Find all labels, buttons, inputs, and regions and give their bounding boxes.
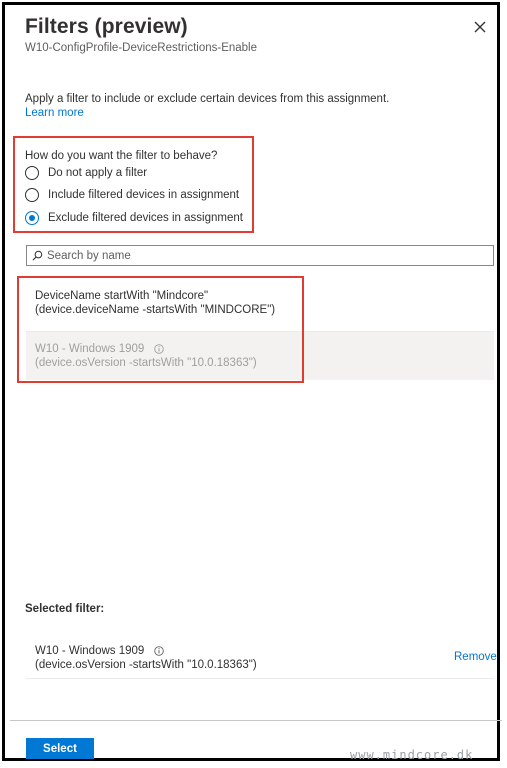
radio-button[interactable]: [25, 166, 39, 180]
remove-link[interactable]: Remove: [454, 651, 497, 663]
filter-rule: (device.osVersion -startsWith "10.0.1836…: [35, 357, 257, 369]
filter-rule: (device.deviceName -startsWith "MINDCORE…: [35, 304, 276, 316]
radio-exclude[interactable]: Exclude filtered devices in assignment: [25, 209, 243, 227]
behavior-question: How do you want the filter to behave?: [25, 150, 218, 162]
learn-more-link[interactable]: Learn more: [25, 107, 84, 119]
radio-include[interactable]: Include filtered devices in assignment: [25, 186, 239, 204]
panel-title: Filters (preview): [25, 15, 188, 38]
filter-item-w10-1909: W10 - Windows 1909 (device.osVersion -st…: [26, 332, 494, 380]
selected-filter-label: Selected filter:: [25, 603, 105, 615]
watermark: www.mindcore.dk: [350, 748, 474, 762]
search-box[interactable]: [26, 245, 494, 266]
footer-divider: [10, 720, 502, 721]
select-button[interactable]: Select: [26, 738, 94, 759]
close-icon[interactable]: [472, 19, 488, 35]
selected-filter-rule: (device.osVersion -startsWith "10.0.1836…: [35, 659, 257, 671]
filter-name: W10 - Windows 1909: [35, 343, 145, 355]
radio-label: Do not apply a filter: [48, 167, 148, 179]
selected-divider: [26, 678, 494, 679]
filter-name: DeviceName startWith "Mindcore": [35, 290, 209, 302]
selected-filter-name: W10 - Windows 1909: [35, 645, 145, 657]
radio-label: Exclude filtered devices in assignment: [48, 212, 243, 224]
info-icon[interactable]: [153, 646, 164, 656]
info-icon[interactable]: [153, 344, 164, 354]
filter-item-mindcore[interactable]: DeviceName startWith "Mindcore" (device.…: [26, 290, 494, 330]
radio-button[interactable]: [25, 188, 39, 202]
search-input[interactable]: [43, 249, 487, 262]
selected-filter-item: W10 - Windows 1909 (device.osVersion -st…: [35, 645, 257, 671]
radio-button-checked[interactable]: [25, 211, 39, 225]
radio-do-not-apply[interactable]: Do not apply a filter: [25, 164, 147, 182]
panel-subtitle: W10-ConfigProfile-DeviceRestrictions-Ena…: [25, 42, 258, 54]
filters-panel: Filters (preview) W10-ConfigProfile-Devi…: [2, 2, 502, 761]
search-icon: [32, 250, 43, 261]
filter-description: Apply a filter to include or exclude cer…: [25, 93, 390, 105]
radio-label: Include filtered devices in assignment: [48, 189, 240, 201]
